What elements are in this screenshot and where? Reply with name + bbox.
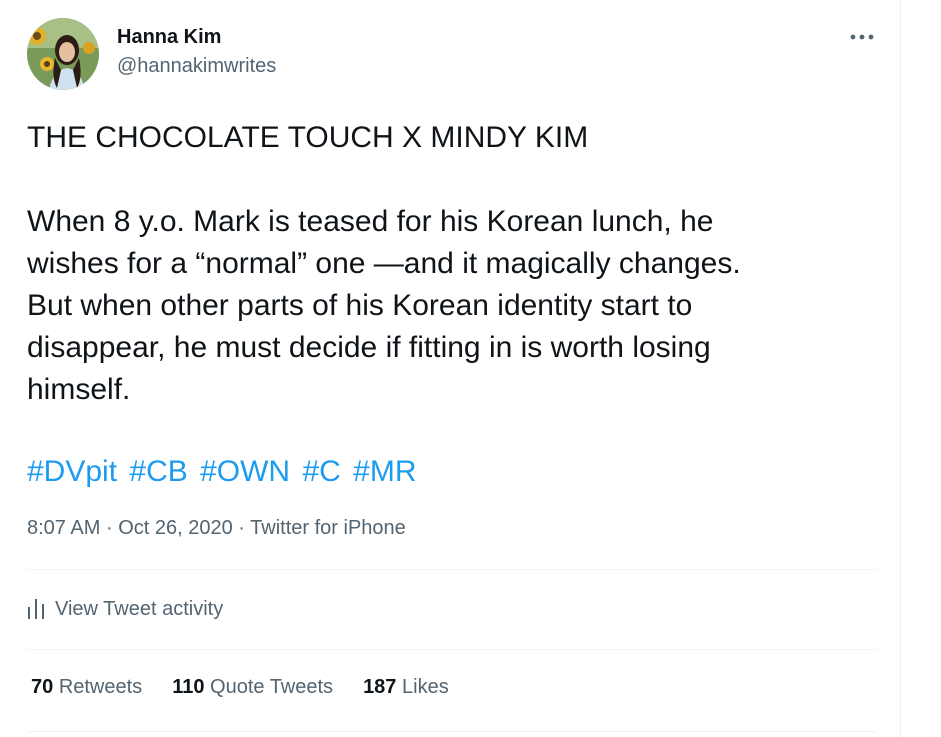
tweet-text: THE CHOCOLATE TOUCH X MINDY KIM When 8 y… <box>27 121 741 406</box>
author-name[interactable]: Hanna Kim <box>117 26 221 49</box>
more-options-button[interactable] <box>840 20 884 54</box>
quote-tweets-count: 110 <box>172 676 205 698</box>
tweet-time[interactable]: 8:07 AM <box>27 517 100 539</box>
divider <box>27 569 877 570</box>
meta-separator: · <box>238 517 245 539</box>
hashtag-link[interactable]: #OWN <box>200 455 290 488</box>
quote-tweets-label: Quote Tweets <box>210 676 334 698</box>
likes-count-link[interactable]: 187 Likes <box>363 676 449 699</box>
retweets-label: Retweets <box>58 676 143 698</box>
column-border <box>900 0 901 737</box>
tweet-detail: Hanna Kim @hannakimwrites THE CHOCOLATE … <box>0 0 941 737</box>
divider <box>27 731 877 732</box>
hashtag-link[interactable]: #C <box>302 455 340 488</box>
ellipsis-icon <box>850 34 874 40</box>
activity-label: View Tweet activity <box>55 597 224 620</box>
hashtag-link[interactable]: #CB <box>129 455 187 488</box>
retweets-count-link[interactable]: 70 Retweets <box>31 676 142 699</box>
bar-chart-icon <box>28 599 44 619</box>
author-handle[interactable]: @hannakimwrites <box>117 55 276 78</box>
view-tweet-activity-link[interactable]: View Tweet activity <box>27 594 223 624</box>
likes-label: Likes <box>402 676 449 698</box>
retweets-count: 70 <box>31 676 54 698</box>
tweet-date[interactable]: Oct 26, 2020 <box>118 517 233 539</box>
divider <box>27 649 877 650</box>
profile-photo-icon <box>27 18 99 90</box>
avatar[interactable] <box>27 18 99 90</box>
tweet-metadata: 8:07 AM · Oct 26, 2020 · Twitter for iPh… <box>27 517 406 540</box>
meta-separator: · <box>105 517 113 539</box>
hashtag-link[interactable]: #DVpit <box>27 455 117 488</box>
tweet-source[interactable]: Twitter for iPhone <box>250 517 406 539</box>
engagement-stats: 70 Retweets 110 Quote Tweets 187 Likes <box>31 676 479 699</box>
likes-count: 187 <box>363 676 397 698</box>
quote-tweets-count-link[interactable]: 110 Quote Tweets <box>172 676 333 699</box>
hashtag-list: #DVpit #CB #OWN #C #MR <box>27 451 420 493</box>
hashtag-link[interactable]: #MR <box>353 455 416 488</box>
